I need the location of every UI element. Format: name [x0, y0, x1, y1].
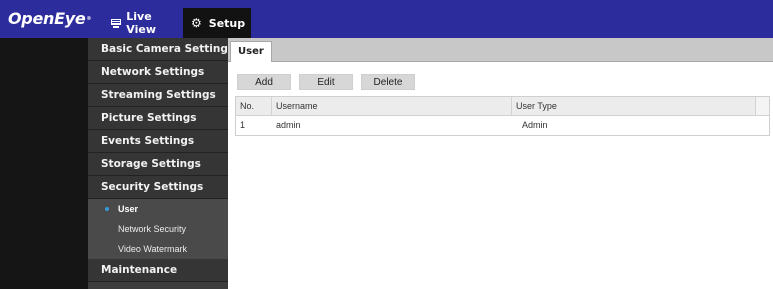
active-dot-icon [105, 207, 109, 211]
registered-mark: ® [86, 16, 92, 22]
settings-sidebar: Basic Camera Settings Network Settings S… [88, 38, 234, 289]
cell-username: admin [276, 120, 301, 130]
cell-user-type: Admin [522, 120, 548, 130]
sidebar-subitem-user[interactable]: User [88, 199, 228, 219]
delete-button[interactable]: Delete [361, 74, 415, 90]
column-header-username[interactable]: Username [272, 97, 512, 115]
sidebar-subitem-network-security[interactable]: Network Security [88, 219, 228, 239]
sidebar-subitem-user-label: User [118, 204, 139, 214]
column-header-no[interactable]: No. [236, 97, 272, 115]
sidebar-item-basic-camera-settings[interactable]: Basic Camera Settings [88, 38, 234, 61]
gear-icon: ⚙ [191, 16, 202, 30]
openeye-logo: OpenEye® [8, 7, 91, 31]
monitor-icon [111, 18, 121, 28]
logo-text: OpenEye [8, 9, 86, 28]
sidebar-item-network-settings[interactable]: Network Settings [88, 61, 228, 84]
content-tab-strip: User [228, 38, 773, 62]
tab-setup[interactable]: ⚙ Setup [183, 8, 251, 38]
sidebar-item-picture-settings[interactable]: Picture Settings [88, 107, 228, 130]
user-table: No. Username User Type 1 admin Admin [235, 96, 770, 136]
tab-setup-label: Setup [208, 16, 246, 30]
column-header-user-type[interactable]: User Type [512, 97, 757, 115]
sidebar-item-storage-settings[interactable]: Storage Settings [88, 153, 228, 176]
top-bar: OpenEye® Live View ⚙ Setup [0, 0, 773, 38]
table-header-scroll-corner [755, 97, 769, 115]
sidebar-item-events-settings[interactable]: Events Settings [88, 130, 228, 153]
table-header: No. Username User Type [236, 97, 769, 116]
sidebar-item-maintenance[interactable]: Maintenance [88, 259, 228, 282]
tab-user[interactable]: User [230, 41, 272, 62]
add-button[interactable]: Add [237, 74, 291, 90]
cell-no: 1 [240, 120, 246, 130]
table-row[interactable]: 1 admin Admin [236, 116, 769, 135]
sidebar-subitem-video-watermark[interactable]: Video Watermark [88, 239, 228, 259]
tab-live-view[interactable]: Live View [103, 8, 183, 38]
left-gutter [0, 38, 88, 289]
main-panel: User Add Edit Delete No. Username User T… [228, 38, 773, 289]
edit-button[interactable]: Edit [299, 74, 353, 90]
sidebar-item-streaming-settings[interactable]: Streaming Settings [88, 84, 228, 107]
sidebar-item-security-settings[interactable]: Security Settings [88, 176, 228, 199]
tab-live-view-label: Live View [126, 10, 156, 36]
